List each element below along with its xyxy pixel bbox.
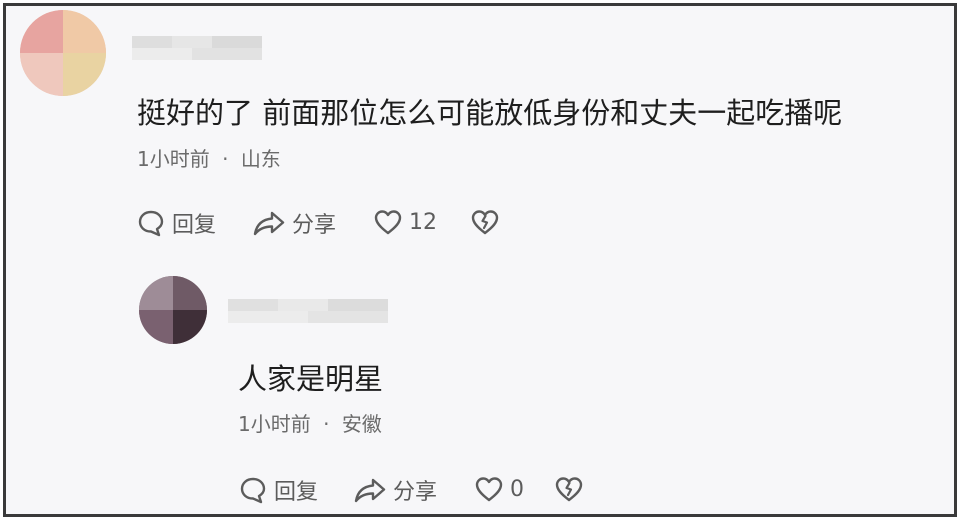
- heart-icon: [475, 477, 503, 502]
- avatar[interactable]: [139, 276, 207, 344]
- like-button[interactable]: 12: [373, 207, 437, 237]
- like-count: 12: [409, 209, 437, 235]
- dislike-button[interactable]: [554, 474, 584, 504]
- reply-button[interactable]: 回复: [136, 207, 216, 239]
- separator: ·: [222, 147, 229, 171]
- comment-panel: [3, 3, 957, 517]
- comment-meta: 1小时前 · 安徽: [238, 408, 382, 437]
- heart-icon: [374, 210, 402, 235]
- share-label: 分享: [393, 480, 438, 505]
- comment-bubble-icon: [138, 210, 164, 237]
- reply-label: 回复: [172, 213, 217, 238]
- username-blurred[interactable]: [132, 34, 262, 68]
- location: 安徽: [341, 412, 382, 436]
- share-button[interactable]: 分享: [252, 207, 336, 239]
- comment-meta: 1小时前 · 山东: [137, 143, 281, 172]
- share-arrow-icon: [253, 211, 285, 236]
- reply-button[interactable]: 回复: [238, 474, 318, 506]
- share-label: 分享: [292, 213, 337, 238]
- separator: ·: [323, 412, 330, 436]
- timestamp: 1小时前: [238, 412, 311, 436]
- comment-text: 人家是明星: [238, 362, 384, 396]
- reply-label: 回复: [274, 480, 319, 505]
- timestamp: 1小时前: [137, 147, 210, 171]
- avatar[interactable]: [20, 10, 106, 96]
- username-blurred[interactable]: [228, 297, 388, 331]
- broken-heart-icon: [471, 210, 499, 235]
- like-button[interactable]: 0: [474, 474, 524, 504]
- comment-bubble-icon: [240, 477, 266, 504]
- like-count: 0: [510, 476, 524, 502]
- broken-heart-icon: [555, 477, 583, 502]
- comment-text: 挺好的了 前面那位怎么可能放低身份和丈夫一起吃播呢: [137, 96, 843, 130]
- share-button[interactable]: 分享: [353, 474, 437, 506]
- location: 山东: [240, 147, 281, 171]
- share-arrow-icon: [354, 478, 386, 503]
- dislike-button[interactable]: [470, 207, 500, 237]
